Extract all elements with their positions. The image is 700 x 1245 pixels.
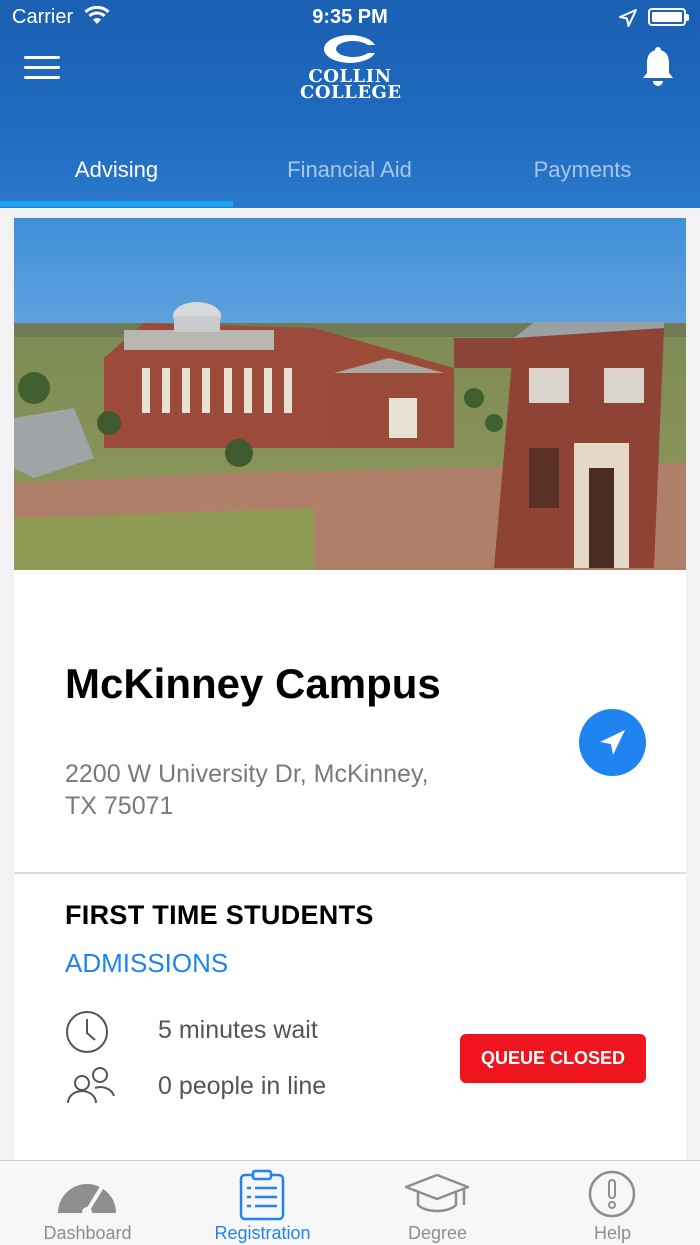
exclamation-circle-icon (588, 1170, 636, 1218)
notification-bell-icon[interactable] (640, 46, 676, 88)
tabbar-label-dashboard: Dashboard (43, 1223, 132, 1243)
tabbar-label-registration: Registration (214, 1223, 311, 1243)
tabbar-label-help: Help (593, 1223, 632, 1243)
navigation-arrow-icon (600, 730, 625, 755)
people-in-line: 0 people in line (158, 1072, 327, 1100)
campus-card: McKinney Campus 2200 W University Dr, Mc… (14, 218, 686, 1162)
tabbar-item-degree[interactable]: Degree (350, 1161, 525, 1245)
tabbar-item-dashboard[interactable]: Dashboard (0, 1161, 175, 1245)
people-icon (67, 1067, 115, 1104)
active-tab-indicator (0, 201, 233, 207)
address-line2: TX 75071 (65, 792, 174, 820)
app-header: Carrier 9:35 PM COLLIN COLLEGE Advising … (0, 0, 700, 208)
top-tab-bar: Advising Financial Aid Payments (0, 148, 700, 208)
collin-college-logo: COLLIN COLLEGE (300, 34, 402, 103)
directions-button[interactable] (579, 709, 646, 776)
status-bar: Carrier 9:35 PM (0, 0, 700, 36)
bottom-tab-bar: Dashboard Registration Degree Help (0, 1160, 700, 1245)
address-line1: 2200 W University Dr, McKinney, (65, 760, 429, 788)
tabbar-item-help[interactable]: Help (525, 1161, 700, 1245)
campus-name: McKinney Campus (65, 660, 441, 707)
queue-closed-button[interactable]: QUEUE CLOSED (460, 1034, 646, 1083)
battery-icon (648, 8, 689, 26)
tab-advising[interactable]: Advising (0, 148, 233, 208)
logo-mark-icon (324, 35, 378, 63)
clock-icon (66, 1011, 108, 1053)
campus-address: 2200 W University Dr, McKinney, TX 75071 (65, 758, 485, 822)
tab-financial-aid[interactable]: Financial Aid (233, 148, 466, 208)
admissions-link[interactable]: ADMISSIONS (65, 948, 228, 979)
logo-line2: COLLEGE (300, 82, 402, 103)
location-arrow-icon (619, 9, 637, 27)
dashboard-gauge-icon (58, 1184, 116, 1217)
tabbar-label-degree: Degree (407, 1223, 468, 1243)
tabbar-item-registration[interactable]: Registration (175, 1161, 350, 1245)
wait-time: 5 minutes wait (158, 1016, 318, 1044)
campus-photo (14, 218, 686, 570)
queue-section-title: FIRST TIME STUDENTS (65, 900, 374, 930)
hamburger-menu-icon[interactable] (24, 54, 62, 80)
tab-payments[interactable]: Payments (466, 148, 699, 208)
clipboard-list-icon (239, 1169, 285, 1221)
graduation-cap-icon (404, 1173, 470, 1213)
status-time: 9:35 PM (312, 6, 388, 28)
section-divider (14, 872, 686, 874)
